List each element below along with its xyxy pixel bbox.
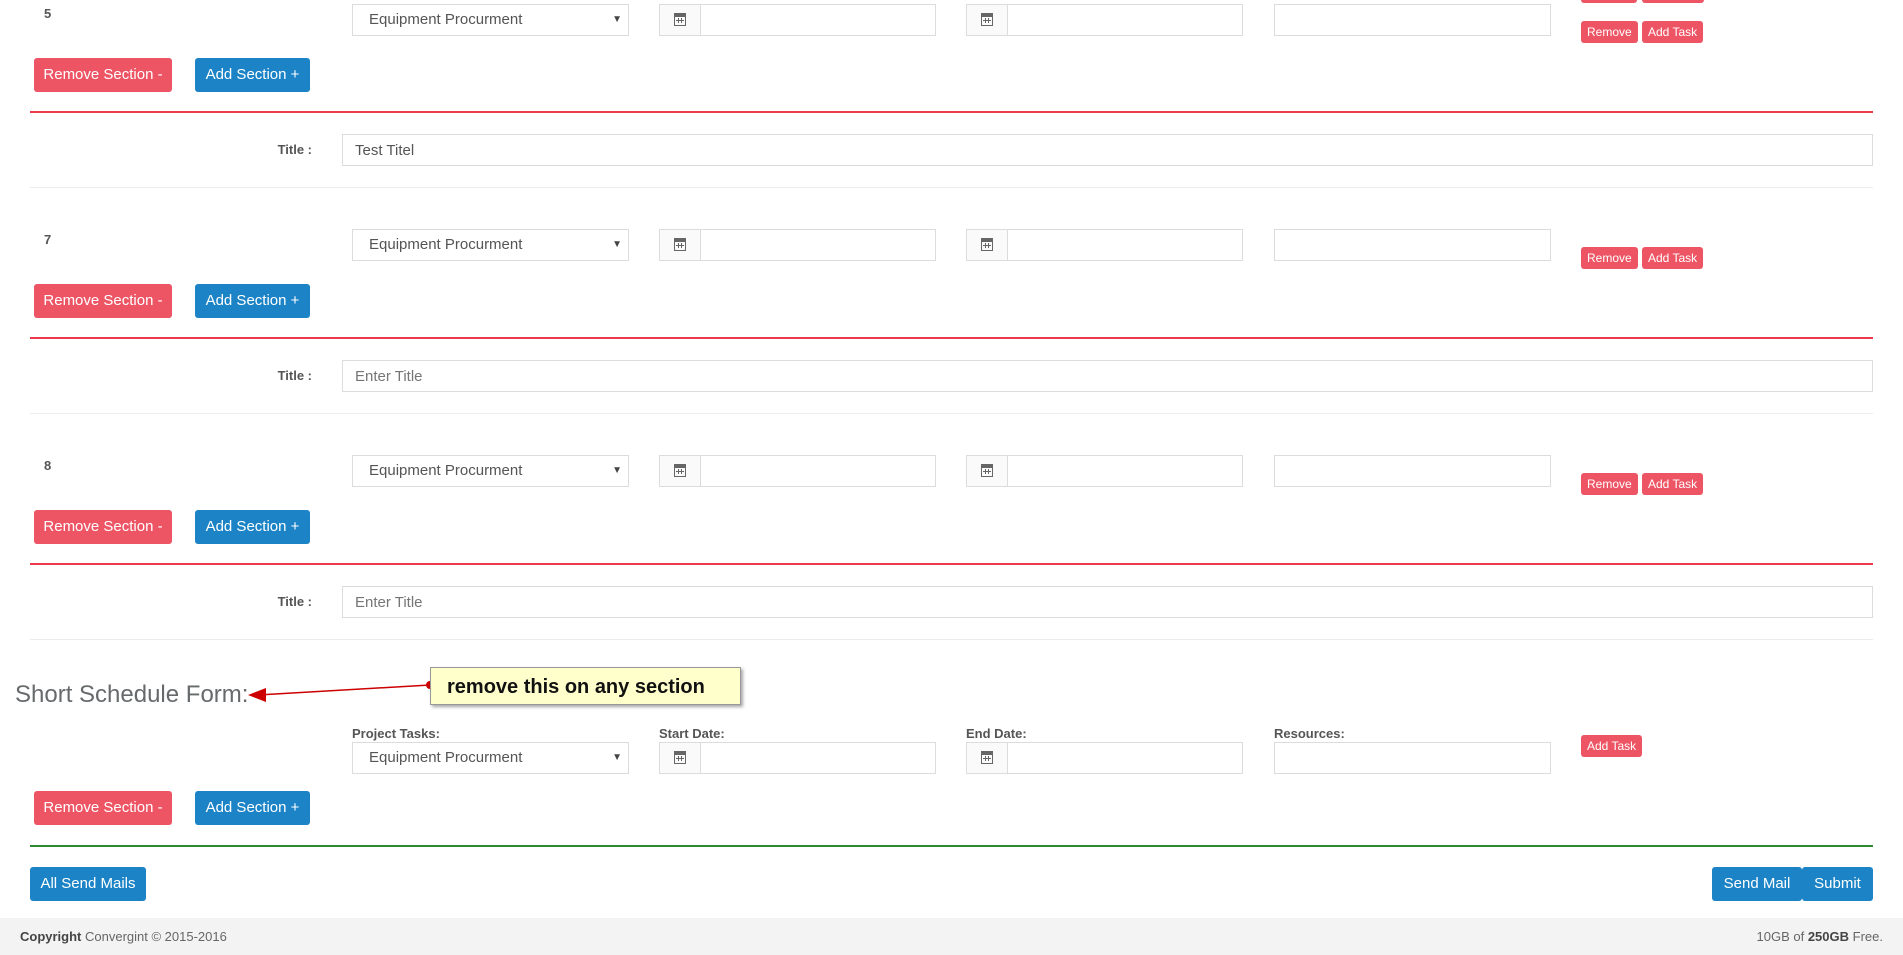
title-label: Title : (277, 594, 312, 609)
end-date-label: End Date: (966, 726, 1027, 741)
resources-input[interactable] (1274, 455, 1551, 487)
send-mail-button[interactable]: Send Mail (1712, 867, 1802, 901)
submit-button[interactable]: Submit (1802, 867, 1873, 901)
caret-down-icon: ▼ (612, 239, 622, 250)
short-schedule-heading: Short Schedule Form: (15, 681, 249, 708)
add-section-button[interactable]: Add Section + (195, 791, 310, 825)
project-task-select-value: Equipment Procurment (369, 462, 523, 479)
add-task-button-cut[interactable] (1642, 0, 1704, 3)
add-task-button[interactable]: Add Task (1642, 473, 1704, 495)
page-content: 5 Equipment Procurment ▼ Remove Add Task… (0, 0, 1903, 918)
title-divider (30, 639, 1873, 640)
date-addon[interactable] (660, 230, 701, 260)
start-date-input[interactable] (659, 4, 936, 36)
project-task-select[interactable]: Equipment Procurment ▼ (352, 455, 629, 487)
copyright-label: Copyright (20, 929, 82, 944)
remove-section-button[interactable]: Remove Section - (34, 791, 172, 825)
section-divider (30, 111, 1873, 113)
title-label: Title : (277, 142, 312, 157)
remove-task-button-cut[interactable] (1581, 0, 1637, 3)
title-input[interactable] (342, 586, 1873, 618)
section-number: 5 (44, 6, 52, 21)
add-section-button[interactable]: Add Section + (195, 510, 310, 544)
date-addon[interactable] (967, 743, 1008, 773)
section-number: 7 (44, 232, 52, 247)
calendar-icon (674, 13, 686, 26)
add-section-button[interactable]: Add Section + (195, 58, 310, 92)
footer-copyright: Copyright Convergint © 2015-2016 (20, 929, 227, 944)
add-task-button[interactable]: Add Task (1581, 735, 1643, 757)
caret-down-icon: ▼ (612, 14, 622, 25)
remove-task-button[interactable]: Remove (1581, 21, 1638, 43)
section-number: 8 (44, 458, 52, 473)
remove-section-button[interactable]: Remove Section - (34, 58, 172, 92)
storage-used: 10GB of (1756, 929, 1805, 944)
end-date-input[interactable] (966, 742, 1243, 774)
title-divider (30, 413, 1873, 414)
date-addon[interactable] (660, 743, 701, 773)
end-date-input[interactable] (966, 4, 1243, 36)
project-task-select[interactable]: Equipment Procurment ▼ (352, 229, 629, 261)
project-tasks-label: Project Tasks: (352, 726, 440, 741)
annotation-callout: remove this on any section (430, 667, 741, 705)
caret-down-icon: ▼ (612, 465, 622, 476)
end-date-input[interactable] (966, 229, 1243, 261)
calendar-icon (674, 751, 686, 764)
calendar-icon (981, 238, 993, 251)
add-section-button[interactable]: Add Section + (195, 284, 310, 318)
calendar-icon (674, 238, 686, 251)
remove-task-button[interactable]: Remove (1581, 247, 1638, 269)
resources-input[interactable] (1274, 229, 1551, 261)
start-date-input[interactable] (659, 455, 936, 487)
date-addon[interactable] (967, 230, 1008, 260)
calendar-icon (981, 464, 993, 477)
title-input[interactable] (342, 360, 1873, 392)
resources-label: Resources: (1274, 726, 1345, 741)
start-date-input[interactable] (659, 742, 936, 774)
footer-storage: 10GB of 250GB Free. (1757, 929, 1884, 944)
calendar-icon (981, 13, 993, 26)
annotation-arrow (248, 681, 434, 702)
date-addon[interactable] (660, 5, 701, 35)
calendar-icon (674, 464, 686, 477)
resources-input[interactable] (1274, 4, 1551, 36)
title-input[interactable] (342, 134, 1873, 166)
all-send-mails-button[interactable]: All Send Mails (30, 867, 146, 901)
project-task-select-value: Equipment Procurment (369, 749, 523, 766)
date-addon[interactable] (967, 456, 1008, 486)
project-task-select-value: Equipment Procurment (369, 236, 523, 253)
resources-input[interactable] (1274, 742, 1551, 774)
form-divider (30, 845, 1873, 847)
title-label: Title : (277, 368, 312, 383)
date-addon[interactable] (660, 456, 701, 486)
start-date-input[interactable] (659, 229, 936, 261)
project-task-select-value: Equipment Procurment (369, 11, 523, 28)
title-divider (30, 187, 1873, 188)
date-addon[interactable] (967, 5, 1008, 35)
calendar-icon (981, 751, 993, 764)
add-task-button[interactable]: Add Task (1642, 247, 1704, 269)
end-date-input[interactable] (966, 455, 1243, 487)
caret-down-icon: ▼ (612, 752, 622, 763)
add-task-button[interactable]: Add Task (1642, 21, 1704, 43)
start-date-label: Start Date: (659, 726, 725, 741)
remove-task-button[interactable]: Remove (1581, 473, 1638, 495)
remove-section-button[interactable]: Remove Section - (34, 284, 172, 318)
section-divider (30, 337, 1873, 339)
project-task-select[interactable]: Equipment Procurment ▼ (352, 4, 629, 36)
remove-section-button[interactable]: Remove Section - (34, 510, 172, 544)
project-task-select[interactable]: Equipment Procurment ▼ (352, 742, 629, 774)
section-divider (30, 563, 1873, 565)
copyright-text: Convergint © 2015-2016 (85, 929, 227, 944)
storage-total: 250GB (1807, 929, 1850, 944)
storage-suffix: Free. (1852, 929, 1883, 944)
